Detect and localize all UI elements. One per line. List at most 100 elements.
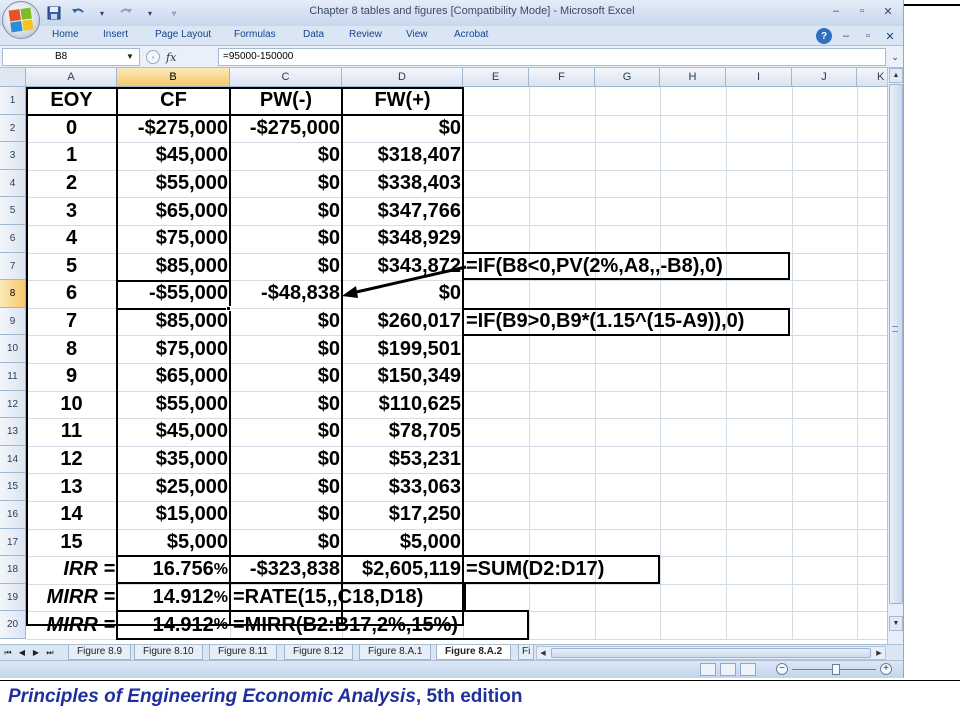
row-header-16[interactable]: 16 [0,501,26,529]
sheet-tab-figure-8-12[interactable]: Figure 8.12 [284,645,353,660]
row-header-12[interactable]: 12 [0,390,26,419]
sheet-tab-figure-8-11[interactable]: Figure 8.11 [209,645,277,660]
cell-pw[interactable]: $0 [230,529,342,557]
column-header-d[interactable]: D [342,68,463,87]
cell-eoy[interactable]: 10 [26,391,117,419]
row-header-9[interactable]: 9 [0,307,26,336]
cell-eoy[interactable]: 6 [26,280,117,308]
cell-pw[interactable]: $0 [230,197,342,225]
vertical-scroll-thumb[interactable] [889,84,903,604]
horizontal-scrollbar[interactable]: ◀ ▶ [536,646,886,660]
row-header-4[interactable]: 4 [0,169,26,198]
cell-eoy[interactable]: 3 [26,197,117,225]
worksheet-grid[interactable]: A B C D E F G H I J K 1 2 3 4 5 6 7 8 9 10 11 12 13 1… [0,68,888,644]
help-icon[interactable]: ? [816,28,832,44]
cell-cf[interactable]: $85,000 [117,253,230,281]
cell-eoy[interactable]: 4 [26,225,117,253]
irr-fw-total[interactable]: $2,605,119 [342,556,463,584]
cell-eoy[interactable]: 0 [26,115,117,143]
cell-fw[interactable]: $17,250 [342,501,463,529]
tab-home[interactable]: Home [52,29,79,40]
cell-eoy[interactable]: 14 [26,501,117,529]
cell-pw[interactable]: $0 [230,391,342,419]
cell-cf[interactable]: $65,000 [117,363,230,391]
mirr-rate-label[interactable]: MIRR = [26,584,117,612]
insert-function-icon[interactable]: fx [166,51,176,64]
scroll-right-icon[interactable]: ▶ [873,647,885,659]
cell-cf[interactable]: $75,000 [117,225,230,253]
tab-acrobat[interactable]: Acrobat [454,29,488,40]
name-box[interactable]: B8 [2,48,140,66]
ribbon-minimize-button[interactable]: – [838,28,854,44]
cell-fw[interactable]: $348,929 [342,225,463,253]
first-sheet-icon[interactable]: ⏮ [2,646,14,659]
row-header-1[interactable]: 1 [0,87,26,115]
row-header-14[interactable]: 14 [0,445,26,474]
row-header-20[interactable]: 20 [0,611,26,639]
cell-cf[interactable]: $35,000 [117,446,230,474]
header-eoy[interactable]: EOY [26,87,117,115]
column-header-k[interactable]: K [857,68,888,87]
scroll-down-icon[interactable]: ▼ [889,616,903,631]
mirr-func-value[interactable]: 14.912% [117,611,230,639]
tab-review[interactable]: Review [349,29,382,40]
header-pw[interactable]: PW(-) [230,87,342,115]
zoom-slider[interactable]: − + [776,663,892,676]
cell-eoy[interactable]: 13 [26,473,117,501]
cell-cf[interactable]: -$55,000 [117,280,230,308]
column-header-h[interactable]: H [660,68,726,87]
cell-eoy[interactable]: 2 [26,170,117,198]
vertical-scrollbar[interactable]: ▲ ▼ [887,68,903,644]
cell-fw[interactable]: $5,000 [342,529,463,557]
sum-formula-note[interactable]: =SUM(D2:D17) [463,556,857,584]
prev-sheet-icon[interactable]: ◀ [16,646,28,659]
column-header-b[interactable]: B [117,68,230,87]
office-button[interactable] [2,1,40,39]
row-header-7[interactable]: 7 [0,252,26,281]
cell-pw[interactable]: $0 [230,253,342,281]
column-header-g[interactable]: G [595,68,660,87]
cell-cf[interactable]: $55,000 [117,391,230,419]
row-header-15[interactable]: 15 [0,473,26,501]
cell-pw[interactable]: $0 [230,335,342,363]
cell-eoy[interactable]: 12 [26,446,117,474]
cell-pw[interactable]: $0 [230,418,342,446]
expand-formula-bar-icon[interactable]: ⌄ [888,49,902,65]
cell-cf[interactable]: $65,000 [117,197,230,225]
page-break-view-icon[interactable] [740,663,756,676]
tab-view[interactable]: View [406,29,428,40]
cell-pw[interactable]: $0 [230,501,342,529]
cell-pw[interactable]: $0 [230,446,342,474]
mirr-formula-note[interactable]: =MIRR(B2:B17,2%,15%) [230,611,857,639]
cancel-entry-icon[interactable]: ◦ [146,50,160,64]
horizontal-scroll-thumb[interactable] [551,648,871,658]
ribbon-close-button[interactable]: ✕ [882,28,898,44]
scroll-up-icon[interactable]: ▲ [889,68,903,83]
cell-pw[interactable]: -$48,838 [230,280,342,308]
irr-label[interactable]: IRR = [26,556,117,584]
cell-cf[interactable]: $55,000 [117,170,230,198]
column-header-a[interactable]: A [26,68,117,87]
cell-cf[interactable]: $5,000 [117,529,230,557]
cell-eoy[interactable]: 9 [26,363,117,391]
tab-formulas[interactable]: Formulas [234,29,276,40]
formula-input[interactable]: =95000-150000 [218,48,886,66]
sheet-tab-partial[interactable]: Fi [518,645,535,660]
normal-view-icon[interactable] [700,663,716,676]
mirr-rate-value[interactable]: 14.912% [117,584,230,612]
cell-cf[interactable]: $45,000 [117,418,230,446]
cell-pw[interactable]: $0 [230,473,342,501]
cell-pw[interactable]: -$275,000 [230,115,342,143]
sheet-tab-figure-8-a-2[interactable]: Figure 8.A.2 [436,645,512,660]
rate-formula-note[interactable]: =RATE(15,,C18,D18) [230,584,857,612]
cell-cf[interactable]: $85,000 [117,308,230,336]
row-header-11[interactable]: 11 [0,363,26,391]
cell-eoy[interactable]: 7 [26,308,117,336]
row-header-10[interactable]: 10 [0,335,26,363]
column-header-f[interactable]: F [529,68,595,87]
zoom-out-icon[interactable]: − [776,663,788,675]
cell-fw[interactable]: $338,403 [342,170,463,198]
cell-cf[interactable]: $25,000 [117,473,230,501]
header-fw[interactable]: FW(+) [342,87,463,115]
sheet-tab-figure-8-10[interactable]: Figure 8.10 [134,645,203,660]
